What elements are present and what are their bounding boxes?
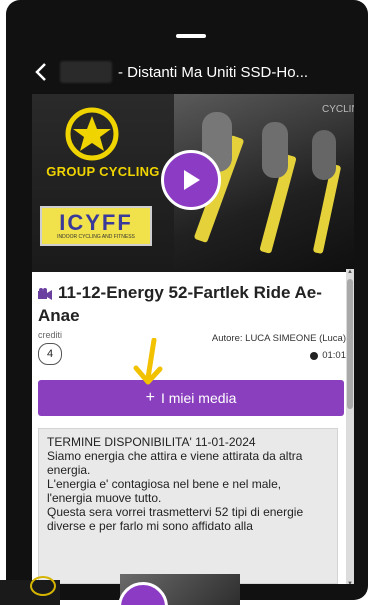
content-panel: GROUP CYCLING ICYFF INDOOR CYCLING AND F… bbox=[32, 94, 354, 584]
video-title: 11-12-Energy 52-Fartlek Ride Ae-Anae bbox=[38, 283, 322, 325]
annotation-arrow-icon bbox=[133, 338, 163, 385]
description-line: Siamo energia che attira e viene attirat… bbox=[47, 449, 303, 477]
credits-badge: 4 bbox=[38, 343, 62, 365]
plus-icon: + bbox=[145, 389, 155, 406]
redacted-name bbox=[60, 61, 112, 83]
watermark: CYCLIN bbox=[322, 104, 354, 115]
credits-label: crediti bbox=[38, 330, 63, 340]
play-button[interactable] bbox=[161, 150, 221, 210]
phone-frame: - Distanti Ma Uniti SSD-Ho... GROUP CYCL… bbox=[6, 0, 368, 600]
description-line: L'energia e' contagiosa nel bene e nel m… bbox=[47, 477, 282, 505]
video-icon bbox=[38, 284, 52, 305]
brand-name: GROUP CYCLING bbox=[46, 164, 160, 179]
app-bar: - Distanti Ma Uniti SSD-Ho... bbox=[32, 54, 352, 90]
app-bar-title: - Distanti Ma Uniti SSD-Ho... bbox=[118, 63, 309, 81]
description-line: TERMINE DISPONIBILITA' 11-01-2024 bbox=[47, 435, 256, 449]
my-media-button[interactable]: + I miei media bbox=[38, 380, 344, 416]
video-thumbnail[interactable]: GROUP CYCLING ICYFF INDOOR CYCLING AND F… bbox=[32, 94, 354, 272]
back-arrow-icon[interactable] bbox=[32, 60, 50, 84]
group-cycling-logo-icon bbox=[65, 107, 119, 161]
play-icon bbox=[184, 170, 200, 190]
group-cycling-logo-icon bbox=[30, 576, 56, 596]
background-thumbnail bbox=[0, 568, 374, 605]
status-indicator bbox=[176, 34, 206, 38]
author-label: Autore: LUCA SIMEONE (Luca) bbox=[211, 333, 346, 344]
brand-area: GROUP CYCLING ICYFF INDOOR CYCLING AND F… bbox=[32, 94, 174, 272]
scroll-up-icon[interactable]: ▲ bbox=[347, 269, 353, 275]
scroll-thumb[interactable] bbox=[347, 279, 353, 409]
clock-icon bbox=[310, 351, 319, 360]
description-line: Questa sera vorrei trasmettervi 52 tipi … bbox=[47, 505, 304, 533]
duration: 01:01 bbox=[310, 350, 346, 361]
description-box: TERMINE DISPONIBILITA' 11-01-2024 Siamo … bbox=[38, 428, 338, 584]
scrollbar[interactable]: ▲ ▼ bbox=[346, 269, 354, 584]
icyff-logo: ICYFF INDOOR CYCLING AND FITNESS bbox=[40, 206, 152, 246]
